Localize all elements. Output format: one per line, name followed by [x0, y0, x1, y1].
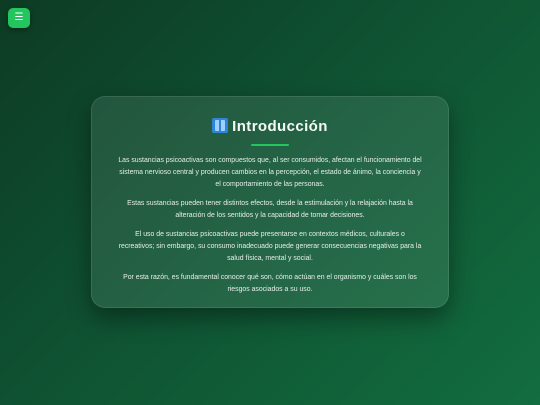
- section-heading: Introducción: [118, 117, 422, 137]
- section-title: Introducción: [232, 118, 328, 135]
- intro-paragraph-4: Por esta razón, es fundamental conocer q…: [123, 274, 417, 293]
- title-underline: [251, 144, 289, 146]
- intro-paragraph-2: Estas sustancias pueden tener distintos …: [127, 200, 413, 219]
- intro-paragraph-3: El uso de sustancias psicoactivas puede …: [118, 231, 422, 262]
- hamburger-menu-icon: ☰: [14, 12, 24, 23]
- introduction-card: Introducción Las sustancias psicoactivas…: [91, 96, 449, 308]
- intro-paragraph-1: Las sustancias psicoactivas son compuest…: [118, 157, 422, 188]
- menu-button[interactable]: ☰: [8, 8, 30, 28]
- book-icon: [212, 118, 229, 133]
